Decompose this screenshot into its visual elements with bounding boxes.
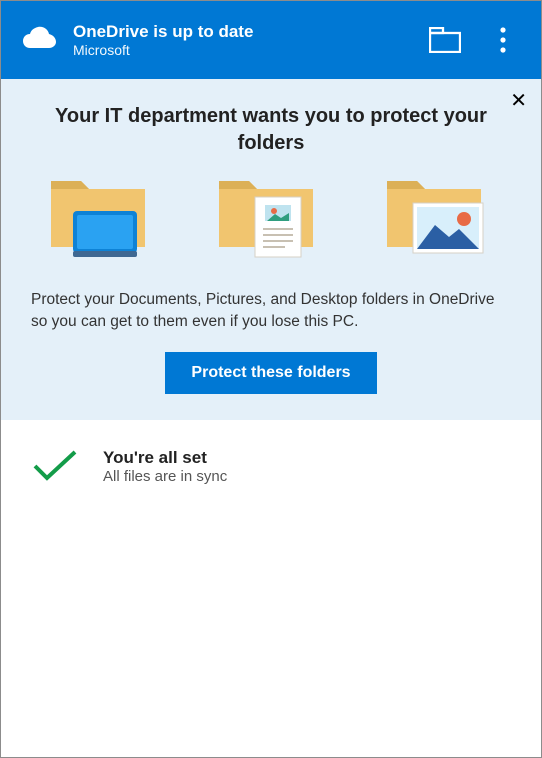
- more-options-button[interactable]: [479, 16, 527, 64]
- sync-status-row: You're all set All files are in sync: [1, 420, 541, 517]
- checkmark-icon: [31, 448, 79, 489]
- header-text-block: OneDrive is up to date Microsoft: [73, 22, 421, 58]
- folder-outline-icon: [429, 27, 461, 53]
- onedrive-cloud-icon: [21, 25, 59, 56]
- open-folder-button[interactable]: [421, 16, 469, 64]
- header-actions: [421, 16, 527, 64]
- folder-illustrations: [23, 175, 519, 267]
- pictures-folder-illustration: [379, 175, 499, 267]
- close-icon: ✕: [510, 90, 527, 112]
- header-title: OneDrive is up to date: [73, 22, 421, 42]
- protect-folders-button[interactable]: Protect these folders: [165, 352, 376, 394]
- sync-status-title: You're all set: [103, 448, 227, 468]
- header-subtitle: Microsoft: [73, 42, 421, 58]
- vertical-dots-icon: [500, 27, 506, 53]
- panel-title: Your IT department wants you to protect …: [53, 103, 489, 157]
- close-panel-button[interactable]: ✕: [506, 87, 531, 115]
- desktop-folder-illustration: [43, 175, 163, 267]
- app-header: OneDrive is up to date Microsoft: [1, 1, 541, 79]
- panel-description: Protect your Documents, Pictures, and De…: [31, 289, 511, 334]
- documents-folder-illustration: [211, 175, 331, 267]
- sync-status-subtitle: All files are in sync: [103, 468, 227, 485]
- protect-folders-panel: ✕ Your IT department wants you to protec…: [1, 79, 541, 420]
- sync-status-text: You're all set All files are in sync: [103, 448, 227, 485]
